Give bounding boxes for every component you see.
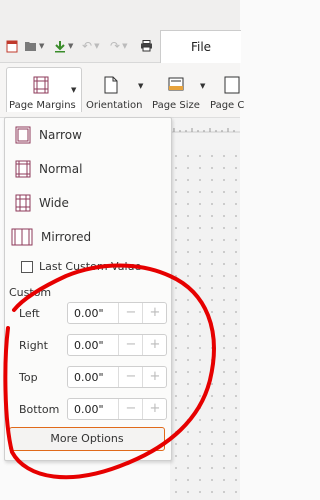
chevron-down-icon[interactable]: ▼ <box>68 42 73 50</box>
chevron-down-icon[interactable]: ▼ <box>122 42 127 50</box>
right-margin-spinbox[interactable]: 0.00" − + <box>67 334 167 356</box>
page-size-label: Page Size <box>152 100 200 111</box>
last-custom-value-label: Last Custom Value <box>39 260 142 273</box>
chevron-down-icon[interactable]: ▼ <box>39 42 44 50</box>
layout-ribbon: Page Margins ▼ Orientation ▼ Page Size ▼… <box>0 63 244 118</box>
printer-icon <box>141 40 152 52</box>
increment-button[interactable]: + <box>142 303 167 323</box>
left-margin-label: Left <box>19 307 40 320</box>
page-columns-button[interactable]: Page C <box>210 76 250 116</box>
decrement-button[interactable]: − <box>118 399 143 419</box>
margin-option-normal[interactable]: Normal <box>15 156 82 182</box>
left-margin-value[interactable]: 0.00" <box>74 307 104 320</box>
orientation-button[interactable]: Orientation ▼ <box>86 76 143 116</box>
bottom-margin-spinbox[interactable]: 0.00" − + <box>67 398 167 420</box>
download-save-icon <box>55 40 65 52</box>
custom-left-row: Left 0.00" − + <box>5 302 171 326</box>
margin-option-label: Wide <box>39 196 69 210</box>
page-columns-label: Page C <box>210 100 245 111</box>
narrow-margins-icon <box>15 126 31 144</box>
page-size-button[interactable]: Page Size ▼ <box>152 76 206 116</box>
page-margins-icon <box>33 76 49 94</box>
document-canvas[interactable] <box>170 150 240 500</box>
orientation-icon <box>104 76 118 94</box>
tab-file[interactable]: File <box>160 30 241 63</box>
redo-button[interactable]: ↷ ▼ <box>110 38 127 54</box>
increment-button[interactable]: + <box>142 399 167 419</box>
new-document-icon <box>6 40 18 52</box>
page-size-icon <box>168 77 184 91</box>
margin-option-label: Normal <box>39 162 83 176</box>
margin-option-mirrored[interactable]: Mirrored <box>11 224 91 250</box>
margin-option-label: Mirrored <box>41 230 92 244</box>
orientation-label: Orientation <box>86 100 143 111</box>
bottom-margin-label: Bottom <box>19 403 60 416</box>
open-button[interactable]: ▼ <box>24 38 44 54</box>
more-options-button[interactable]: More Options <box>9 427 165 451</box>
top-margin-label: Top <box>19 371 38 384</box>
right-margin-label: Right <box>19 339 48 352</box>
chevron-down-icon[interactable]: ▼ <box>138 82 143 90</box>
margin-option-label: Narrow <box>39 128 82 142</box>
decrement-button[interactable]: − <box>118 335 143 355</box>
page-columns-icon <box>224 76 240 94</box>
custom-right-row: Right 0.00" − + <box>5 334 171 358</box>
right-margin-value[interactable]: 0.00" <box>74 339 104 352</box>
increment-button[interactable]: + <box>142 335 167 355</box>
normal-margins-icon <box>15 160 31 178</box>
custom-bottom-row: Bottom 0.00" − + <box>5 398 171 422</box>
redo-icon: ↷ <box>110 39 121 53</box>
chevron-down-icon[interactable]: ▼ <box>94 42 99 50</box>
custom-top-row: Top 0.00" − + <box>5 366 171 390</box>
print-button[interactable] <box>140 38 153 54</box>
chevron-down-icon[interactable]: ▼ <box>71 86 76 94</box>
undo-icon: ↶ <box>82 39 93 53</box>
mirrored-margins-icon <box>11 228 33 246</box>
top-margin-spinbox[interactable]: 0.00" − + <box>67 366 167 388</box>
bottom-margin-value[interactable]: 0.00" <box>74 403 104 416</box>
ruler-ticks <box>170 128 240 133</box>
page-margins-label: Page Margins <box>9 100 76 111</box>
decrement-button[interactable]: − <box>118 367 143 387</box>
wide-margins-icon <box>15 194 31 212</box>
save-button[interactable]: ▼ <box>54 38 73 54</box>
undo-button[interactable]: ↶ ▼ <box>82 38 99 54</box>
increment-button[interactable]: + <box>142 367 167 387</box>
left-margin-spinbox[interactable]: 0.00" − + <box>67 302 167 324</box>
page-margins-button[interactable]: Page Margins ▼ <box>6 67 82 112</box>
new-document-button[interactable] <box>6 38 18 54</box>
margin-option-wide[interactable]: Wide <box>15 190 69 216</box>
margin-option-narrow[interactable]: Narrow <box>15 122 82 148</box>
last-custom-checkbox[interactable] <box>21 260 33 273</box>
last-custom-value-option[interactable]: Last Custom Value <box>21 260 141 273</box>
decrement-button[interactable]: − <box>118 303 143 323</box>
folder-icon <box>25 42 36 51</box>
quick-access-toolbar: ▼ ▼ ↶ ▼ ↷ ▼ File <box>0 0 241 63</box>
top-margin-value[interactable]: 0.00" <box>74 371 104 384</box>
custom-heading: Custom <box>9 286 52 299</box>
horizontal-ruler <box>170 118 240 151</box>
page-margins-dropdown: Narrow Normal Wide Mirrored Last Custom … <box>4 117 172 461</box>
chevron-down-icon[interactable]: ▼ <box>200 82 205 90</box>
